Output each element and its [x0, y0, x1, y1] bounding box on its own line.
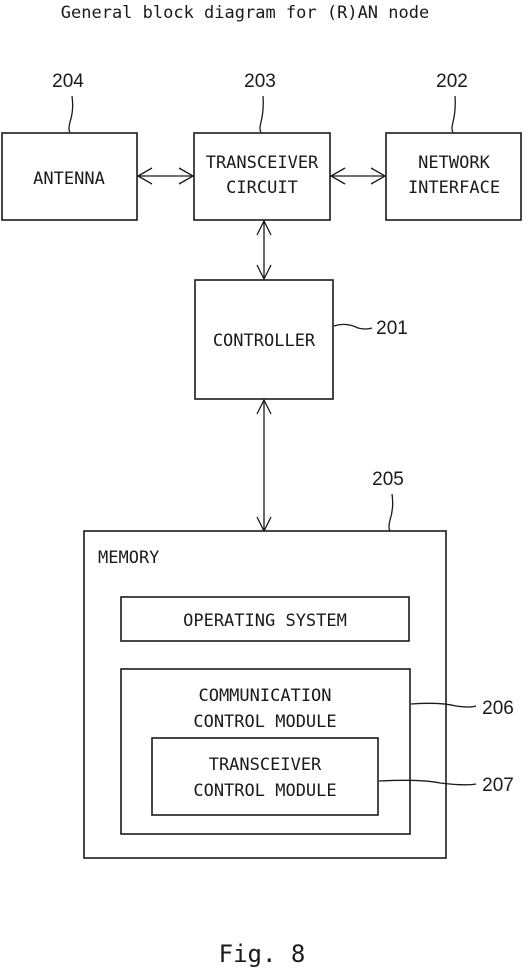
transceiver-control-module-label-line2: CONTROL MODULE [193, 781, 336, 801]
network-interface-block: NETWORK INTERFACE [385, 132, 522, 221]
network-interface-label-line1: NETWORK [418, 153, 490, 173]
arrow-antenna-transceiver [136, 167, 195, 185]
network-interface-label-line2: INTERFACE [408, 178, 500, 198]
communication-control-module-label-line2: CONTROL MODULE [193, 712, 336, 732]
arrow-controller-memory [256, 398, 272, 533]
arrow-transceiver-controller [256, 219, 272, 281]
leader-line-205 [388, 493, 394, 532]
arrow-transceiver-network [329, 167, 387, 185]
ref-label-203: 203 [244, 71, 276, 92]
antenna-label: ANTENNA [33, 169, 105, 189]
leader-line-202 [451, 95, 456, 133]
transceiver-circuit-label-line1: TRANSCEIVER [206, 153, 319, 173]
ref-label-201: 201 [376, 318, 408, 339]
ref-label-204: 204 [52, 71, 84, 92]
memory-label: MEMORY [98, 548, 159, 568]
block-diagram: General block diagram for (R)AN node 204… [1, 3, 522, 968]
transceiver-control-module-label-line1: TRANSCEIVER [209, 755, 322, 775]
operating-system-label: OPERATING SYSTEM [183, 611, 347, 631]
transceiver-circuit-block: TRANSCEIVER CIRCUIT [193, 132, 331, 221]
leader-line-204 [68, 95, 74, 133]
leader-line-203 [259, 95, 264, 133]
transceiver-circuit-label-line2: CIRCUIT [226, 178, 298, 198]
communication-control-module-label-line1: COMMUNICATION [198, 686, 331, 706]
transceiver-control-module-block: TRANSCEIVER CONTROL MODULE [151, 737, 379, 816]
ref-label-205: 205 [372, 469, 404, 490]
controller-label: CONTROLLER [213, 331, 316, 351]
leader-line-201 [333, 323, 373, 330]
figure-caption: Fig. 8 [219, 940, 306, 968]
ref-label-206: 206 [482, 698, 514, 719]
antenna-block: ANTENNA [1, 132, 138, 221]
ref-label-202: 202 [436, 71, 468, 92]
controller-block: CONTROLLER [194, 279, 334, 400]
diagram-title: General block diagram for (R)AN node [61, 3, 429, 23]
ref-label-207: 207 [482, 775, 514, 796]
operating-system-block: OPERATING SYSTEM [120, 596, 410, 642]
